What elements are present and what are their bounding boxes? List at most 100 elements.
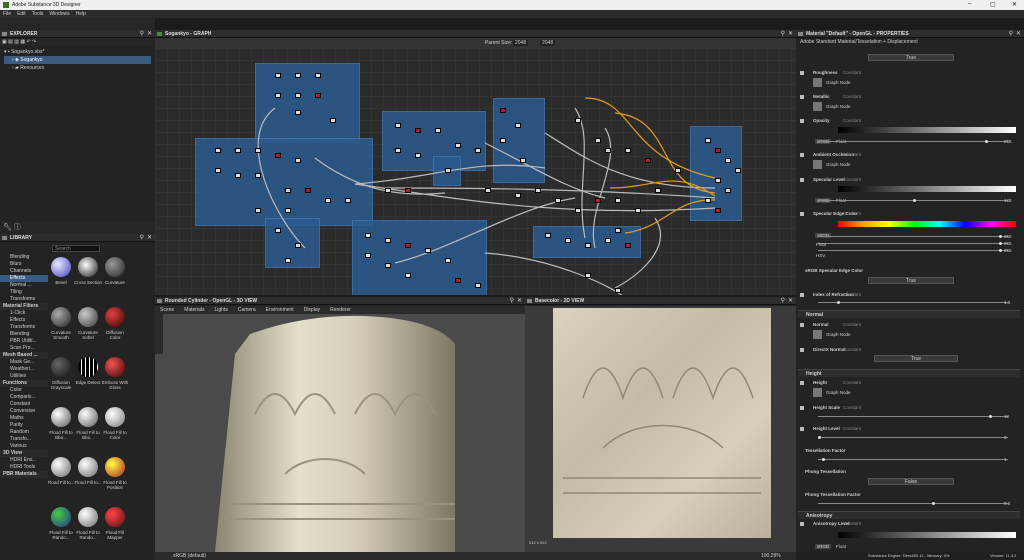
ior-slider-knob[interactable] — [837, 301, 840, 304]
library-thumbnail[interactable] — [105, 407, 125, 427]
graph-node[interactable] — [415, 128, 421, 133]
phong-factor-value[interactable]: 0.6 — [1004, 501, 1010, 506]
library-category[interactable]: Random — [0, 429, 48, 436]
graph-node[interactable] — [625, 148, 631, 153]
view3d-viewport[interactable] — [155, 314, 525, 552]
metallic-checkbox[interactable] — [800, 95, 804, 99]
phong-false[interactable]: False — [868, 478, 954, 485]
graph-node[interactable] — [285, 188, 291, 193]
library-category[interactable]: Various — [0, 443, 48, 450]
library-category[interactable]: HDRI Tools — [0, 464, 48, 471]
close-panel-icon[interactable]: ✕ — [147, 30, 152, 37]
menu-windows[interactable]: Windows — [49, 11, 69, 17]
graph-node[interactable] — [575, 208, 581, 213]
close-panel-icon[interactable]: ✕ — [517, 297, 522, 304]
graph-node[interactable] — [365, 233, 371, 238]
menu-edit[interactable]: Edit — [17, 11, 26, 17]
library-category[interactable]: Transfo... — [0, 436, 48, 443]
library-category[interactable]: Effects — [0, 317, 48, 324]
new-icon[interactable]: ▣ ▤ ▥ ▦ ↶ ↷ — [2, 39, 36, 45]
library-thumbnail[interactable] — [51, 407, 71, 427]
anisotropy-section[interactable]: Anisotropy — [798, 511, 1020, 519]
close-panel-icon[interactable]: ✕ — [788, 30, 793, 37]
edge-g-slider-knob[interactable] — [998, 242, 1002, 245]
view3d-menu-item[interactable]: Lights — [214, 307, 227, 313]
zoom-level[interactable]: 100.29% — [761, 553, 781, 559]
height-scale-checkbox[interactable] — [800, 406, 804, 410]
srgb-specular-true[interactable]: True — [868, 277, 954, 284]
graph-node[interactable] — [445, 168, 451, 173]
height-level-slider-knob[interactable] — [818, 436, 821, 439]
pin-icon[interactable]: ⚲ — [140, 234, 144, 241]
normal-section[interactable]: Normal — [798, 310, 1020, 318]
directx-normal-checkbox[interactable] — [800, 348, 804, 352]
graph-node[interactable] — [715, 148, 721, 153]
graph-node[interactable] — [715, 178, 721, 183]
graph-node[interactable] — [405, 273, 411, 278]
anisotropy-level-checkbox[interactable] — [800, 522, 804, 526]
graph-node[interactable] — [275, 228, 281, 233]
menu-help[interactable]: Help — [76, 11, 86, 17]
tessellation-value[interactable]: 1 — [1004, 457, 1007, 462]
graph-node[interactable] — [385, 238, 391, 243]
library-category[interactable]: Blending — [0, 331, 48, 338]
view3d-menu-item[interactable]: Scene — [160, 307, 174, 313]
parent-size-width[interactable]: 2048 — [513, 40, 529, 46]
graph-node[interactable] — [315, 93, 321, 98]
graph-node[interactable] — [575, 118, 581, 123]
height-level-checkbox[interactable] — [800, 427, 804, 431]
true-button[interactable]: True — [868, 54, 954, 61]
tree-item-graph[interactable]: › ◈ Sogankyo — [4, 56, 151, 64]
graph-node[interactable] — [545, 233, 551, 238]
graph-node[interactable] — [565, 238, 571, 243]
graph-node[interactable] — [385, 263, 391, 268]
library-thumbnail[interactable] — [78, 357, 98, 377]
edge-b-value[interactable]: 255 — [1004, 248, 1012, 253]
graph-node[interactable] — [515, 123, 521, 128]
normal-checkbox[interactable] — [800, 323, 804, 327]
close-panel-icon[interactable]: ✕ — [1016, 30, 1021, 37]
library-thumbnail[interactable] — [105, 457, 125, 477]
library-category[interactable]: Utilities — [0, 373, 48, 380]
menu-tools[interactable]: Tools — [32, 11, 44, 17]
edge-g-value[interactable]: 255 — [1004, 241, 1012, 246]
graph-node[interactable] — [500, 138, 506, 143]
graph-node[interactable] — [425, 248, 431, 253]
graph-node[interactable] — [675, 168, 681, 173]
height-level-value[interactable]: 0 — [1004, 435, 1007, 440]
graph-node[interactable] — [295, 93, 301, 98]
graph-node[interactable] — [275, 153, 281, 158]
view3d-menu-item[interactable]: Environment — [266, 307, 294, 313]
view3d-menu-item[interactable]: Camera — [238, 307, 256, 313]
library-thumbnail[interactable] — [51, 357, 71, 377]
pin-icon[interactable]: ⚲ — [510, 297, 514, 304]
graph-node[interactable] — [295, 243, 301, 248]
graph-node[interactable] — [285, 208, 291, 213]
graph-node[interactable] — [305, 188, 311, 193]
graph-node[interactable] — [295, 73, 301, 78]
graph-node[interactable] — [395, 148, 401, 153]
graph-node[interactable] — [500, 108, 506, 113]
library-thumbnail[interactable] — [105, 357, 125, 377]
pin-icon[interactable]: ⚲ — [1009, 30, 1013, 37]
graph-node[interactable] — [445, 258, 451, 263]
close-panel-icon[interactable]: ✕ — [147, 234, 152, 241]
graph-node[interactable] — [385, 188, 391, 193]
library-thumbnail[interactable] — [51, 457, 71, 477]
graph-node[interactable] — [605, 238, 611, 243]
height-scale-value[interactable]: 18 — [1004, 414, 1009, 419]
library-category[interactable]: Functions — [0, 380, 48, 387]
specular-level-checkbox[interactable] — [800, 178, 804, 182]
graph-node[interactable] — [405, 188, 411, 193]
library-category[interactable]: Constant — [0, 401, 48, 408]
library-category[interactable]: Scan Pro... — [0, 345, 48, 352]
graph-node[interactable] — [515, 193, 521, 198]
pin-icon[interactable]: ⚲ — [781, 297, 785, 304]
graph-node[interactable] — [295, 110, 301, 115]
library-category[interactable]: Effects — [0, 275, 48, 282]
library-thumbnail[interactable] — [78, 457, 98, 477]
parent-size-height[interactable]: 2048 — [540, 40, 556, 46]
minimize-icon[interactable]: – — [968, 1, 971, 7]
colorspace-select[interactable]: sRGB (default) — [173, 553, 206, 559]
graph-node[interactable] — [215, 168, 221, 173]
